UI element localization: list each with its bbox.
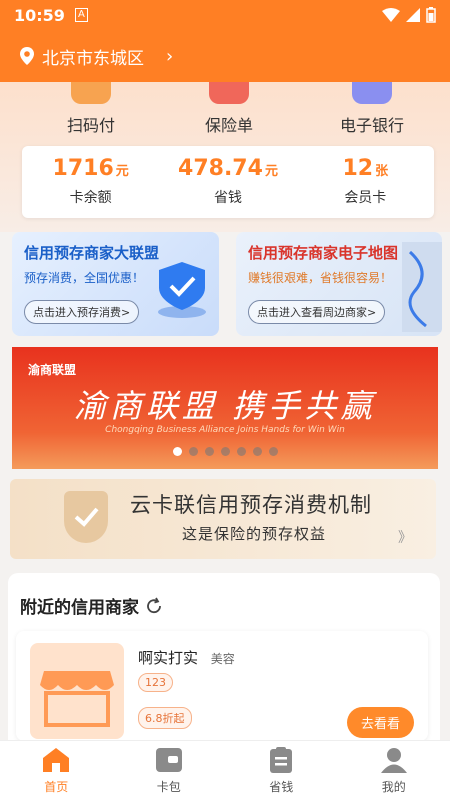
shop-storefront-icon xyxy=(30,643,124,739)
location-selector[interactable]: 北京市东城区 › xyxy=(20,44,173,69)
mechanism-title: 云卡联信用预存消费机制 xyxy=(130,493,372,517)
go-see-button[interactable]: 去看看 xyxy=(346,707,414,738)
promo-card-map[interactable]: 信用预存商家电子地图 赚钱很艰难，省钱很容易！ 点击进入查看周边商家> xyxy=(236,232,442,336)
quick-action-ebank[interactable]: 电子银行 xyxy=(330,82,414,136)
tab-wallet[interactable]: 卡包 xyxy=(113,741,226,800)
wallet-icon xyxy=(155,748,182,772)
stat-value: 478.74 xyxy=(178,156,263,181)
stat-label: 会员卡 xyxy=(344,190,387,206)
clipboard-icon xyxy=(270,747,293,773)
merchant-name: 啊实打实 xyxy=(138,649,199,667)
tab-label: 卡包 xyxy=(156,780,181,794)
stat-card-balance[interactable]: 1716 元 卡余额 xyxy=(22,146,159,218)
stat-value: 1716 xyxy=(52,156,114,181)
signal-icon xyxy=(406,8,420,22)
tab-label: 省钱 xyxy=(269,780,294,794)
merchant-card[interactable]: 啊实打实 美容 123 6.8折起 去看看 xyxy=(16,631,428,741)
double-chevron-icon: 》 xyxy=(398,530,412,546)
merchant-tag: 123 xyxy=(138,673,173,692)
merchant-discount-tag: 6.8折起 xyxy=(138,707,192,729)
quick-action-label: 保险单 xyxy=(204,116,253,135)
nearby-merchants-section: 附近的信用商家 啊实打实 美容 123 6.8折起 去看看 xyxy=(8,573,440,743)
stat-value: 12 xyxy=(342,156,374,181)
status-time: 10:59 xyxy=(14,5,65,25)
promo-enter-button[interactable]: 点击进入查看周边商家> xyxy=(248,300,386,324)
carousel-dot[interactable] xyxy=(252,447,262,456)
stat-label: 卡余额 xyxy=(69,190,112,206)
merchant-category: 美容 xyxy=(210,652,235,666)
carousel-dot[interactable] xyxy=(268,447,278,456)
quick-action-label: 电子银行 xyxy=(339,116,404,135)
stat-unit: 张 xyxy=(375,164,389,179)
user-icon xyxy=(380,748,407,773)
quick-action-insurance[interactable]: 保险单 xyxy=(196,82,262,136)
ebank-icon xyxy=(352,82,392,104)
carousel-dot[interactable] xyxy=(188,447,198,456)
tab-label: 我的 xyxy=(381,780,406,794)
notification-badge-icon: A xyxy=(74,8,88,22)
home-icon xyxy=(43,748,70,772)
tab-profile[interactable]: 我的 xyxy=(338,741,450,800)
stat-member-cards[interactable]: 12 张 会员卡 xyxy=(297,146,434,218)
app-header: 北京市东城区 › xyxy=(0,30,450,82)
carousel-dot[interactable] xyxy=(236,447,246,456)
chevron-right-icon: › xyxy=(166,45,174,67)
shield-check-icon xyxy=(158,262,206,318)
carousel-dots xyxy=(12,447,438,456)
stat-label: 省钱 xyxy=(213,190,242,206)
tab-label: 首页 xyxy=(44,780,69,794)
quick-action-label: 扫码付 xyxy=(66,116,115,135)
alliance-banner[interactable]: 渝商联盟 渝商联盟 携手共赢 Chongqing Business Allian… xyxy=(12,347,438,469)
mechanism-subtitle: 这是保险的预存权益 xyxy=(182,525,327,543)
refresh-icon[interactable] xyxy=(145,597,163,615)
status-bar: 10:59 A xyxy=(0,0,450,30)
map-route-icon xyxy=(402,242,442,332)
stats-card: 1716 元 卡余额 478.74 元 省钱 12 张 会员卡 xyxy=(22,146,434,218)
scan-pay-icon xyxy=(71,82,111,104)
stat-unit: 元 xyxy=(115,164,129,179)
carousel-dot[interactable] xyxy=(204,447,214,456)
tab-home[interactable]: 首页 xyxy=(0,741,113,800)
carousel-dot[interactable] xyxy=(172,447,182,456)
insurance-icon xyxy=(209,82,249,104)
tab-savings[interactable]: 省钱 xyxy=(225,741,338,800)
stat-savings[interactable]: 478.74 元 省钱 xyxy=(159,146,296,218)
bottom-tab-bar: 首页 卡包 省钱 我的 xyxy=(0,740,450,800)
banner-slogan-english: Chongqing Business Alliance Joins Hands … xyxy=(105,425,345,435)
promo-enter-button[interactable]: 点击进入预存消费> xyxy=(24,300,140,324)
shield-check-icon xyxy=(64,491,108,543)
carousel-dot[interactable] xyxy=(220,447,230,456)
credit-mechanism-card[interactable]: 云卡联信用预存消费机制 这是保险的预存权益 》 xyxy=(10,479,436,559)
banner-slogan: 渝商联盟 携手共赢 xyxy=(73,387,377,425)
stat-unit: 元 xyxy=(264,164,278,179)
banner-brand: 渝商联盟 xyxy=(28,363,77,377)
battery-icon xyxy=(426,7,436,23)
section-title: 附近的信用商家 xyxy=(20,598,139,618)
quick-action-scan-pay[interactable]: 扫码付 xyxy=(58,82,124,136)
promo-card-alliance[interactable]: 信用预存商家大联盟 预存消费，全国优惠！ 点击进入预存消费> xyxy=(12,232,219,336)
wifi-icon xyxy=(382,8,400,22)
location-label: 北京市东城区 xyxy=(42,48,144,69)
location-pin-icon xyxy=(20,47,34,65)
